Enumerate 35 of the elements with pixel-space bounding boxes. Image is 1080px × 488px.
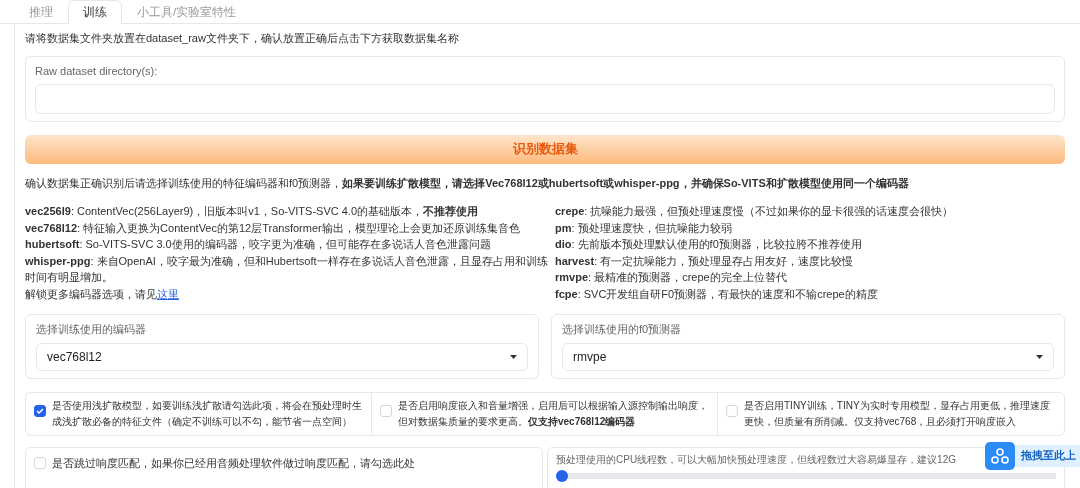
predictor-description: dio: 先前版本预处理默认使用的f0预测器，比较拉胯不推荐使用 [555,237,863,252]
option-label: 是否跳过响度匹配，如果你已经用音频处理软件做过响度匹配，请勾选此处 [52,456,415,471]
dropdown-caret-icon [510,355,517,359]
link[interactable]: 这里 [157,287,179,300]
option-label: 是否使用浅扩散模型，如要训练浅扩散请勾选此项，将会在预处理时生成浅扩散必备的特征文件（确定不训练可以不勾，能节省一点空间） [52,399,363,429]
more-encoders-text: 解锁更多编码器选项，请见这里 [25,286,180,302]
slider-thumb[interactable] [556,470,568,482]
checkbox[interactable] [34,405,46,417]
drop-widget-label[interactable]: 拖拽至此上 [1015,445,1080,467]
option-label: 是否启用TINY训练，TINY为实时专用模型，显存占用更低，推理速度更快，但质量有所削减。仅支持vec768，且必须打开响度嵌入 [744,399,1051,429]
dropdown[interactable]: vec768l12 [36,343,528,371]
tab[interactable]: 推理 [14,0,68,24]
encoder-description: hubertsoft: So-VITS-SVC 3.0使用的编码器，咬字更为准确，但可能存在多说话人音色泄露问题 [25,237,492,252]
predictor-description: harvest: 有一定抗噪能力，预处理显存占用友好，速度比较慢 [555,253,855,269]
dropdown[interactable]: rmvpe [562,343,1054,371]
dropdown-label: 选择训练使用的编码器 [36,322,147,337]
field-label: Raw dataset directory(s): [35,65,159,77]
dropdown-caret-icon [1036,355,1043,359]
predictor-description: fcpe: SVC开发组自研F0预测器，有最快的速度和不输crepe的精度 [555,286,879,302]
predictor-description: crepe: 抗噪能力最强，但预处理速度慢（不过如果你的显卡很强的话速度会很快） [555,204,955,219]
encoder-description: whisper-ppg: 来自OpenAI，咬字最为准确，但和Hubertsoft一样存在多说话人音色泄露，且显存占用和训练时间有明显增加。 [25,253,549,285]
slider-label: 预处理使用的CPU线程数，可以大幅加快预处理速度，但线程数过大容易爆显存，建议12G [556,453,956,467]
description-text: 确认数据集正确识别后请选择训练使用的特征编码器和f0预测器，如果要训练扩散模型，请选择Vec768l12或hubertsoft或whisper-ppg，并确保So-VITS和扩散模型使用同一个编码器 [25,176,910,191]
dataset-directory-field[interactable] [35,84,1055,114]
encoder-description: vec768l12: 特征输入更换为ContentVec的第12层Transformer输出，模型理论上会更加还原训练集音色 [25,220,521,236]
tab[interactable]: 训练 [68,0,122,24]
dropdown-label: 选择训练使用的f0预测器 [562,322,683,337]
instruction-text: 请将数据集文件夹放置在dataset_raw文件夹下，确认放置正确后点击下方获取数据集名称 [25,31,460,46]
predictor-description: pm: 预处理速度快，但抗噪能力较弱 [555,220,733,236]
option-label: 是否启用响度嵌入和音量增强，启用后可以根据输入源控制输出响度，但对数据集质量的要求更高。仅支持vec768l12编码器 [398,399,709,429]
encoder-description: vec256l9: ContentVec(256Layer9)，旧版本叫v1，So-VITS-SVC 4.0的基础版本，不推荐使用 [25,204,479,219]
share-icon[interactable] [985,442,1015,470]
predictor-description: rmvpe: 最精准的预测器，crepe的完全上位替代 [555,270,788,285]
slider-track[interactable] [556,470,1056,482]
tab[interactable]: 小工具/实验室特性 [122,0,252,24]
